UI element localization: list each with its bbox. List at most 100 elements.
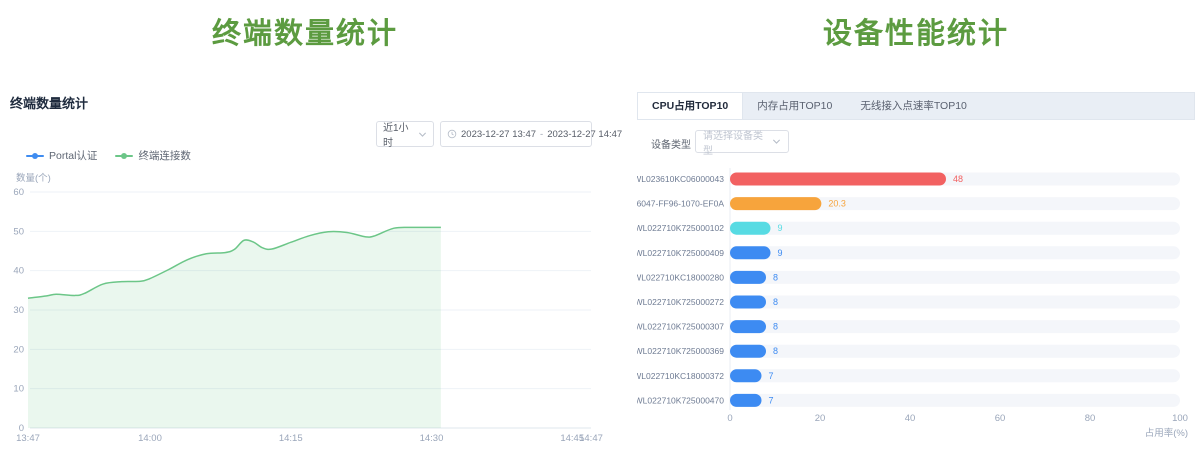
series-lines [28,227,441,428]
bar [730,271,766,284]
bar-row: WL022710K725000307 8 [637,320,1180,333]
bar-row: WL022710KC18000280 8 [637,271,1180,284]
bar [730,394,762,407]
bar-row: WL022710K725000272 8 [637,296,1180,309]
svg-text:40: 40 [13,266,24,277]
legend-item-0[interactable]: Portal认证 [26,148,97,163]
bar-value-label: 8 [773,346,778,356]
bar-category-label: WL022710K725000307 [637,322,724,332]
bar-value-label: 20.3 [828,199,846,209]
bar-row: WL022710K725000102 9 [637,222,1180,235]
bar [730,246,771,259]
bar-value-label: 7 [769,371,774,381]
bar [730,296,766,309]
bar-track [730,296,1180,309]
device-type-select[interactable]: 请选择设备类型 [695,130,789,153]
date-range-separator: - [540,129,543,140]
bar-track [730,320,1180,333]
bar [730,222,771,235]
legend-label: Portal认证 [49,148,97,163]
svg-text:14:00: 14:00 [138,433,162,444]
bar [730,369,762,382]
bar-category-label: WL022710KC18000372 [637,371,724,381]
bar-row: WL022710K725000409 9 [637,246,1180,259]
bar-track [730,394,1180,407]
time-range-select[interactable]: 近1小时 [376,121,434,147]
svg-text:13:47: 13:47 [16,433,40,444]
bar [730,320,766,333]
date-range-picker[interactable]: 2023-12-27 13:47 - 2023-12-27 14:47 [440,121,592,147]
svg-text:14:30: 14:30 [420,433,444,444]
tab-0[interactable]: CPU占用TOP10 [638,93,743,119]
tab-1[interactable]: 内存占用TOP10 [743,93,846,119]
bar-value-label: 7 [769,395,774,405]
clock-icon [447,129,457,139]
bar-category-label: WL022710K725000369 [637,346,724,356]
bar-category-label: 6047-FF96-1070-EF0A [637,199,724,209]
svg-text:80: 80 [1085,413,1096,424]
bar-row: 6047-FF96-1070-EF0A 20.3 [637,197,1180,210]
performance-page-title: 设备性能统计 [637,10,1195,52]
bar-value-label: 48 [953,174,963,184]
chart-legend: Portal认证 终端连接数 [26,148,191,163]
terminal-page-title: 终端数量统计 [0,10,610,52]
bar-row: WL022710KC18000372 7 [637,369,1180,382]
svg-text:100: 100 [1172,413,1188,424]
bar-track [730,271,1180,284]
date-range-end[interactable]: 2023-12-27 14:47 [547,129,622,140]
time-range-value: 近1小时 [383,119,418,149]
device-type-label: 设备类型 [651,136,691,151]
svg-text:50: 50 [13,226,24,237]
bar-row: WL022710K725000369 8 [637,345,1180,358]
bar-value-label: 8 [773,272,778,282]
svg-text:30: 30 [13,305,24,316]
bar-value-label: 8 [773,297,778,307]
bar-row: WL023610KC06000043 48 [637,173,1180,186]
chevron-down-icon [772,137,781,146]
performance-stats-panel: 设备性能统计 CPU占用TOP10内存占用TOP10无线接入点速率TOP10 设… [637,0,1195,456]
bar [730,173,946,186]
bar [730,197,821,210]
terminal-stats-panel: 终端数量统计 终端数量统计 近1小时 2023-12-27 13:47 - 20… [0,0,610,456]
svg-text:14:15: 14:15 [279,433,303,444]
terminal-card-title: 终端数量统计 [10,93,88,112]
svg-text:10: 10 [13,384,24,395]
x-axis-ticks: 13:4714:0014:1514:3014:4514:47 [16,433,603,444]
svg-text:60: 60 [13,187,24,198]
bar-value-label: 9 [778,248,783,258]
svg-text:14:47: 14:47 [579,433,603,444]
svg-text:20: 20 [13,344,24,355]
y-axis-label: 数量(个) [16,170,51,184]
area-fill [28,227,441,428]
bar-category-label: WL022710KC18000280 [637,272,724,282]
bar-category-label: WL022710K725000470 [637,395,724,405]
bar-value-label: 9 [778,223,783,233]
bar-category-label: WL022710K725000272 [637,297,724,307]
tab-2[interactable]: 无线接入点速率TOP10 [846,93,981,119]
bar-category-label: WL022710K725000409 [637,248,724,258]
svg-text:20: 20 [815,413,826,424]
performance-tabs: CPU占用TOP10内存占用TOP10无线接入点速率TOP10 [637,92,1195,120]
legend-marker-icon [115,152,133,160]
x-axis-ticks: 0 20 40 60 80 100 [727,413,1188,424]
svg-text:60: 60 [995,413,1006,424]
y-axis-ticks: 0102030405060 [13,187,24,434]
legend-item-1[interactable]: 终端连接数 [115,148,191,163]
terminal-trend-chart: 010203040506013:4714:0014:1514:3014:4514… [0,185,610,456]
device-type-placeholder: 请选择设备类型 [703,127,772,157]
bar-category-label: WL023610KC06000043 [637,174,724,184]
bar-track [730,369,1180,382]
legend-label: 终端连接数 [138,148,191,163]
bar-track [730,246,1180,259]
bar-track [730,222,1180,235]
bar-value-label: 8 [773,322,778,332]
cpu-top10-chart: WL023610KC06000043 48 6047-FF96-1070-EF0A 2… [637,160,1195,456]
x-axis-label: 占用率(%) [1145,427,1188,439]
svg-text:40: 40 [905,413,916,424]
bar-row: WL022710K725000470 7 [637,394,1180,407]
svg-text:0: 0 [727,413,732,424]
date-range-start[interactable]: 2023-12-27 13:47 [461,129,536,140]
bar [730,345,766,358]
legend-marker-icon [26,152,44,160]
bar-category-label: WL022710K725000102 [637,223,724,233]
